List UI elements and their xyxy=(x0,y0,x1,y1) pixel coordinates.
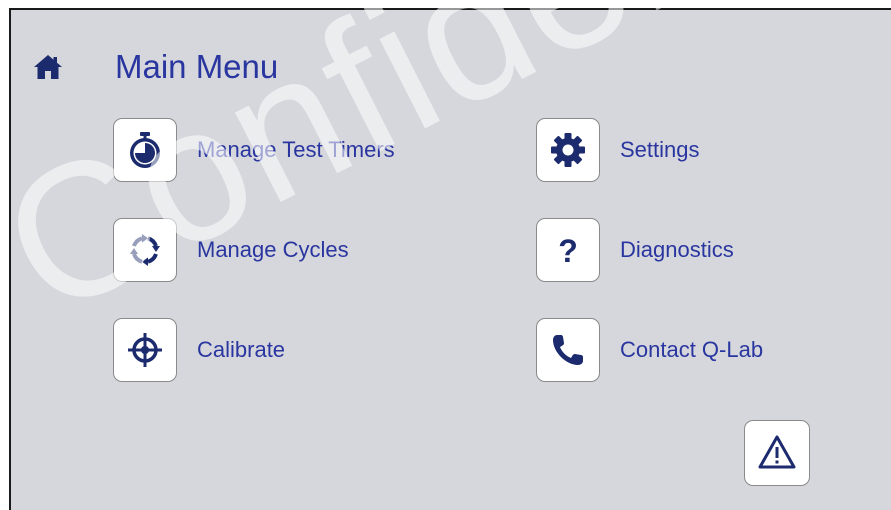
manage-cycles-label: Manage Cycles xyxy=(197,237,349,262)
gear-icon xyxy=(551,133,585,167)
warning-icon xyxy=(758,435,796,469)
svg-text:?: ? xyxy=(558,233,578,269)
page-title: Main Menu xyxy=(115,48,279,85)
settings-icon-button[interactable] xyxy=(536,118,600,182)
stopwatch-icon xyxy=(130,132,160,168)
contact-q-lab-label: Contact Q-Lab xyxy=(620,337,764,362)
settings-button[interactable]: Settings xyxy=(536,118,700,182)
calibrate-label: Calibrate xyxy=(197,337,286,362)
cycle-icon xyxy=(130,234,160,266)
home-icon[interactable] xyxy=(33,54,63,80)
contact-q-lab-icon-button[interactable] xyxy=(536,318,600,382)
manage-cycles-icon-button[interactable] xyxy=(113,218,177,282)
calibrate-button[interactable]: Calibrate xyxy=(113,318,285,382)
warning-button[interactable] xyxy=(744,420,810,486)
manage-test-timers-button[interactable]: Manage Test Timers xyxy=(113,118,395,182)
main-menu-screen: Main Menu Manage Test Timers Manage Cycl… xyxy=(9,8,891,510)
contact-q-lab-button[interactable]: Contact Q-Lab xyxy=(536,318,763,382)
crosshair-icon xyxy=(128,333,162,367)
diagnostics-icon-button[interactable]: ? xyxy=(536,218,600,282)
diagnostics-label: Diagnostics xyxy=(620,237,734,262)
phone-icon xyxy=(553,335,583,365)
manage-test-timers-label: Manage Test Timers xyxy=(197,137,395,162)
settings-label: Settings xyxy=(620,137,700,162)
calibrate-icon-button[interactable] xyxy=(113,318,177,382)
manage-test-timers-icon-button[interactable] xyxy=(113,118,177,182)
manage-cycles-button[interactable]: Manage Cycles xyxy=(113,218,349,282)
question-icon: ? xyxy=(558,233,578,269)
diagnostics-button[interactable]: ? Diagnostics xyxy=(536,218,734,282)
